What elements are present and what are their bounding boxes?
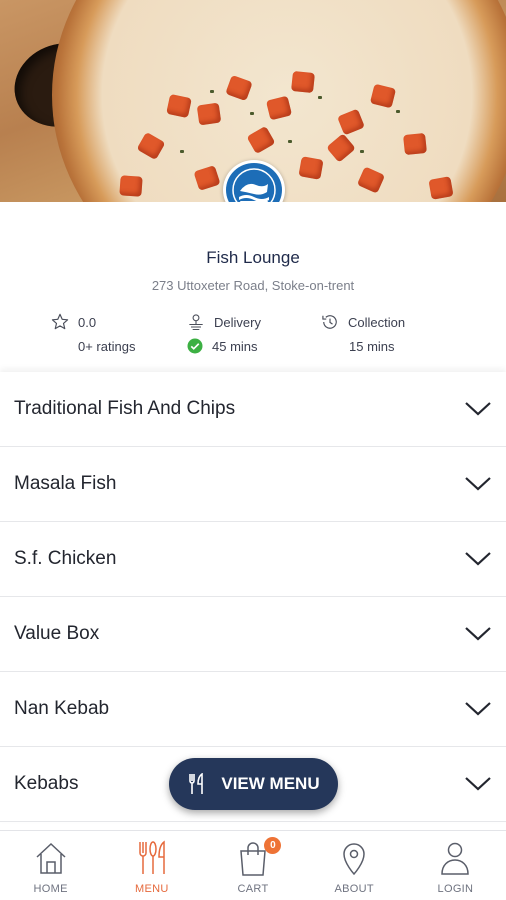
nav-label: MENU xyxy=(135,883,169,895)
category-label: Nan Kebab xyxy=(14,698,110,719)
category-item[interactable]: Nan Kebab xyxy=(0,672,506,747)
category-item[interactable]: Masala Fish xyxy=(0,447,506,522)
nav-label: ABOUT xyxy=(334,883,374,895)
nav-item-cart[interactable]: 0 CART xyxy=(202,831,303,900)
home-icon xyxy=(36,842,66,874)
chevron-down-icon xyxy=(465,627,491,641)
nav-item-login[interactable]: LOGIN xyxy=(405,831,506,900)
star-icon xyxy=(51,313,69,330)
delivery-label: Delivery xyxy=(214,314,261,330)
collection-time: 15 mins xyxy=(349,338,395,354)
delivery-time: 45 mins xyxy=(212,338,258,354)
category-item[interactable]: Value Box xyxy=(0,597,506,672)
chevron-down-icon xyxy=(465,477,491,491)
rating-value: 0.0 xyxy=(78,314,97,330)
category-label: Value Box xyxy=(14,623,100,644)
nav-item-about[interactable]: ABOUT xyxy=(304,831,405,900)
collection-label: Collection xyxy=(348,314,406,330)
nav-label: HOME xyxy=(33,883,68,895)
chevron-down-icon xyxy=(465,702,491,716)
rating-count: 0+ ratings xyxy=(78,338,136,354)
chevron-down-icon xyxy=(465,552,491,566)
category-label: S.f. Chicken xyxy=(14,548,117,569)
category-item[interactable]: Traditional Fish And Chips xyxy=(0,372,506,447)
restaurant-info: Fish Lounge 273 Uttoxeter Road, Stoke-on… xyxy=(0,202,506,372)
category-item[interactable]: S.f. Chicken xyxy=(0,522,506,597)
location-pin-icon xyxy=(343,843,365,876)
category-label: Traditional Fish And Chips xyxy=(14,398,236,419)
bottom-nav: HOME MENU 0 CART ABOUT LOGIN xyxy=(0,830,506,900)
cutlery-icon xyxy=(139,840,165,874)
category-label: Masala Fish xyxy=(14,473,117,494)
delivery-icon xyxy=(189,314,203,331)
nav-item-menu[interactable]: MENU xyxy=(101,831,202,900)
clock-history-icon xyxy=(322,315,337,329)
category-label: Kebabs xyxy=(14,773,79,794)
delivery-stat: Delivery 45 mins xyxy=(186,312,261,356)
chevron-down-icon xyxy=(465,777,491,791)
chevron-down-icon xyxy=(465,402,491,416)
restaurant-name: Fish Lounge xyxy=(206,248,300,267)
nav-label: CART xyxy=(237,883,269,895)
view-menu-button[interactable]: VIEW MENU xyxy=(169,758,338,810)
collection-stat: Collection 15 mins xyxy=(320,312,405,356)
rating-stat: 0.0 0+ ratings xyxy=(50,312,135,356)
user-icon xyxy=(441,842,470,875)
hero-image xyxy=(0,0,506,202)
view-menu-label: VIEW MENU xyxy=(221,774,320,793)
restaurant-logo xyxy=(223,160,285,202)
category-list: Traditional Fish And Chips Masala Fish S… xyxy=(0,372,506,822)
nav-item-home[interactable]: HOME xyxy=(0,831,101,900)
check-icon xyxy=(187,338,203,354)
restaurant-address: 273 Uttoxeter Road, Stoke-on-trent xyxy=(151,278,355,293)
cart-count-badge: 0 xyxy=(264,837,282,854)
cutlery-icon xyxy=(189,773,204,794)
nav-label: LOGIN xyxy=(437,883,474,895)
